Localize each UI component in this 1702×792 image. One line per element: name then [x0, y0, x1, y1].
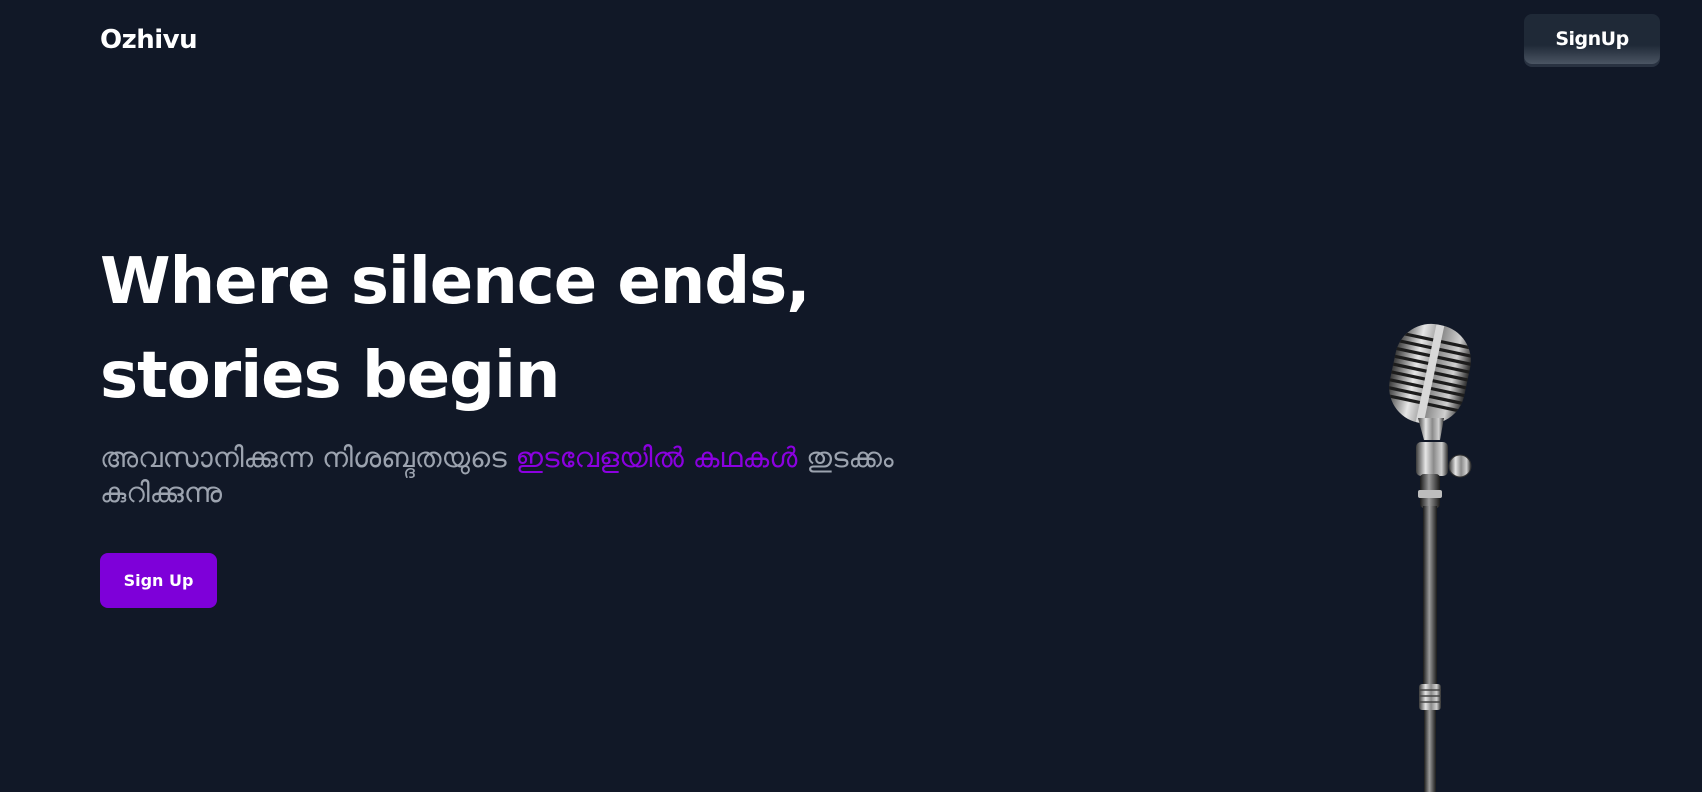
microphone-icon: [1382, 323, 1478, 792]
hero-title: Where silence ends, stories begin: [100, 235, 820, 423]
hero-title-line-1: Where silence ends,: [100, 245, 811, 319]
header-signup-button[interactable]: SignUp: [1524, 14, 1660, 64]
hero-title-line-2: stories begin: [100, 339, 560, 413]
tagline-accent: ഇടവേളയിൽ കഥകൾ: [515, 441, 798, 474]
hero-signup-button[interactable]: Sign Up: [100, 553, 217, 608]
tagline-text-start: അവസാനിക്കുന്ന നിശബ്ദതയുടെ: [100, 441, 516, 474]
brand-logo[interactable]: Ozhivu: [100, 25, 198, 55]
hero-tagline: അവസാനിക്കുന്ന നിശബ്ദതയുടെ ഇടവേളയിൽ കഥകൾ …: [100, 440, 1000, 510]
landing-page: Ozhivu SignUp Where silence ends, storie…: [0, 0, 1702, 792]
